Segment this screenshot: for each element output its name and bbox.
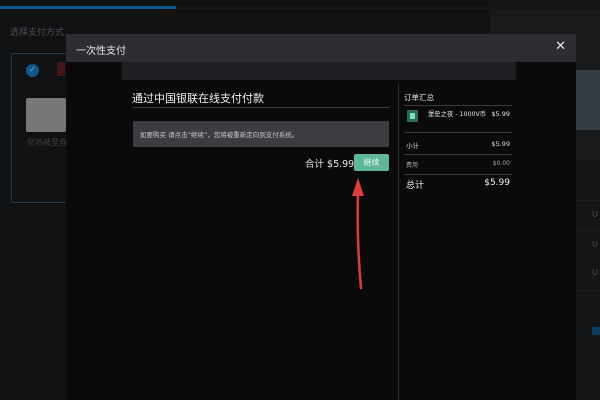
divider [404, 154, 512, 155]
column-divider [398, 84, 399, 400]
modal-top-strip [122, 62, 516, 80]
fee-value: $0.00 [492, 160, 510, 167]
grand-total-value: $5.99 [484, 178, 510, 188]
fee-label: 费用 [406, 162, 419, 169]
order-summary-title: 订单汇总 [404, 93, 434, 102]
payment-title: 通过中国银联在线支付付款 [132, 92, 264, 105]
grand-total-label: 总计 [406, 181, 425, 191]
redirect-notice: 如要购买 请点击“继续”，您将被重新定向到支付系统。 [133, 121, 389, 147]
modal-title: 一次性支付 [76, 46, 126, 57]
divider [404, 132, 512, 133]
continue-button[interactable]: 继续 [354, 154, 389, 171]
divider [132, 107, 389, 108]
checkout-modal: 一次性支付 ✕ 通过中国银联在线支付付款 如要购买 请点击“继续”，您将被重新定… [66, 34, 576, 400]
divider [404, 105, 512, 106]
close-icon[interactable]: ✕ [555, 39, 566, 55]
subtotal-label: 小计 [406, 142, 419, 150]
item-price: $5.99 [491, 110, 510, 118]
divider [404, 174, 512, 175]
redirect-notice-text: 如要购买 请点击“继续”，您将被重新定向到支付系统。 [140, 131, 299, 139]
item-name: 堡垒之夜 - 1000V币 [428, 111, 487, 118]
total-amount: 合计 $5.99 [305, 159, 355, 170]
vbucks-icon [407, 110, 418, 122]
subtotal-value: $5.99 [491, 140, 510, 148]
modal-header: 一次性支付 ✕ [66, 34, 576, 62]
